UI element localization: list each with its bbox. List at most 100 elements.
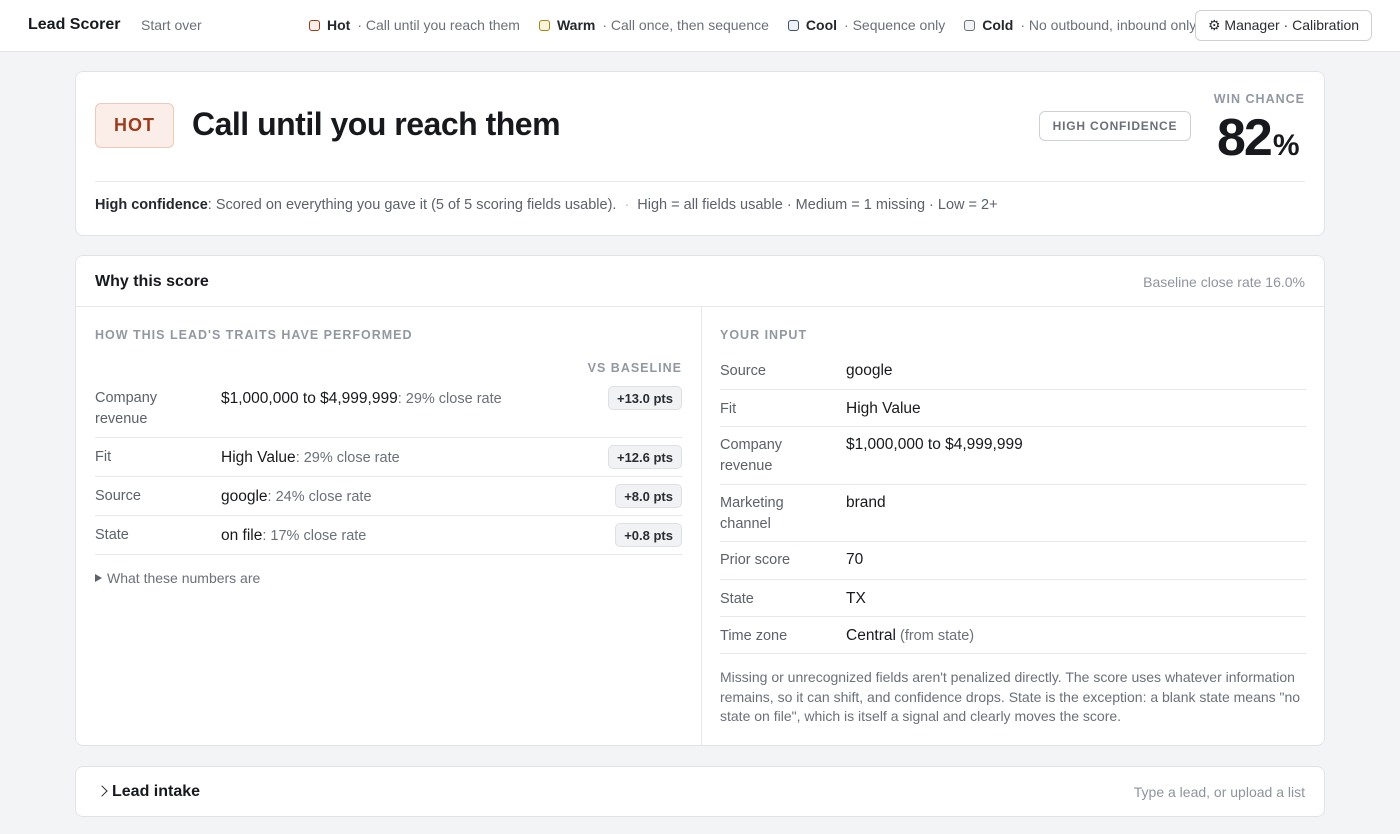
input-label: State: [720, 591, 754, 607]
details-toggle[interactable]: What these numbers are: [95, 570, 260, 586]
input-value-text: High Value: [846, 400, 921, 417]
input-value: Central (from state): [846, 625, 974, 647]
input-row: Fit High Value: [720, 390, 1306, 427]
input-row: Time zone Central (from state): [720, 617, 1306, 654]
legend-item-warm: Warm · Call once, then sequence: [538, 17, 769, 33]
legend-desc: · No outbound, inbound only: [1020, 17, 1197, 33]
lead-intake-title: Lead intake: [112, 783, 201, 800]
traits-section-label: HOW THIS LEAD'S TRAITS HAVE PERFORMED: [95, 328, 413, 342]
lead-intake-hint: Type a lead, or upload a list: [1133, 784, 1305, 800]
trait-value: google: 24% close rate: [221, 486, 372, 508]
cool-swatch-icon: [787, 19, 799, 31]
trait-row: Source google: 24% close rate +8.0 pts: [95, 477, 682, 516]
input-value-text: 70: [846, 551, 864, 568]
vs-baseline-header: VS BASELINE: [587, 361, 682, 375]
hot-swatch-icon: [309, 19, 320, 31]
traits-list: Company revenue $1,000,000 to $4,999,999…: [95, 378, 682, 555]
details-toggle-label: What these numbers are: [107, 570, 261, 586]
disclosure-triangle-icon: [95, 574, 102, 582]
input-value-text: Central: [846, 627, 896, 644]
input-section-label: YOUR INPUT: [720, 328, 808, 342]
input-label: Fit: [720, 401, 737, 417]
input-value-text: brand: [846, 494, 886, 511]
input-row: Prior score 70: [720, 542, 1306, 580]
trait-label: State: [95, 527, 129, 543]
win-chance-number: 82: [1217, 109, 1273, 167]
score-summary-card: HOT Call until you reach them HIGH CONFI…: [75, 71, 1325, 236]
confidence-level: High confidence: [95, 197, 208, 213]
trait-close-rate: : 29% close rate: [295, 450, 400, 466]
input-value: High Value: [846, 398, 921, 419]
input-value: 70: [846, 549, 863, 570]
input-value: $1,000,000 to $4,999,999: [846, 434, 1023, 455]
divider: [95, 181, 1305, 182]
trait-value-text: google: [221, 488, 268, 505]
win-chance-value: 82%: [1217, 108, 1300, 168]
tier-badge: HOT: [95, 103, 174, 148]
trait-value-text: on file: [221, 527, 263, 544]
points-badge: +12.6 pts: [607, 445, 682, 469]
legend-desc: · Sequence only: [844, 17, 946, 33]
top-bar: Lead Scorer Start over Hot · Call until …: [0, 0, 1400, 52]
separator: ·: [624, 197, 630, 213]
legend-item-cool: Cool · Sequence only: [787, 17, 946, 33]
confidence-text: : Scored on everything you gave it (5 of…: [207, 197, 617, 213]
confidence-badge: HIGH CONFIDENCE: [1039, 111, 1191, 141]
tier-legend: Hot · Call until you reach them Warm · C…: [309, 17, 1215, 33]
win-chance-unit: %: [1272, 129, 1300, 162]
why-this-score-card: Why this score Baseline close rate 16.0%…: [75, 255, 1325, 746]
input-value-note: (from state): [895, 628, 975, 644]
column-divider: [701, 307, 702, 745]
trait-label: Company revenue: [95, 390, 158, 427]
trait-label: Fit: [95, 449, 112, 465]
input-label: Source: [720, 363, 766, 379]
legend-name: Cool: [805, 17, 838, 33]
card-header: Why this score Baseline close rate 16.0%: [76, 256, 1324, 307]
input-row: Source google: [720, 352, 1306, 390]
input-label: Marketing channel: [720, 495, 784, 532]
input-label: Company revenue: [720, 437, 783, 474]
trait-value-text: $1,000,000 to $4,999,999: [221, 390, 398, 407]
legend-desc: · Call until you reach them: [357, 17, 520, 33]
start-over-link[interactable]: Start over: [141, 17, 202, 33]
missing-fields-note: Missing or unrecognized fields aren't pe…: [720, 669, 1301, 724]
trait-row: Fit High Value: 29% close rate +12.6 pts: [95, 438, 682, 477]
input-value-text: google: [846, 362, 893, 379]
input-row: Marketing channel brand: [720, 485, 1306, 542]
input-label: Time zone: [720, 628, 788, 644]
baseline-close-rate: Baseline close rate 16.0%: [1143, 274, 1305, 290]
input-row: Company revenue $1,000,000 to $4,999,999: [720, 427, 1306, 485]
chevron-right-icon: [96, 785, 108, 797]
manager-calibration-button[interactable]: ⚙ Manager · Calibration: [1195, 10, 1372, 41]
warm-swatch-icon: [538, 19, 550, 31]
trait-row: Company revenue $1,000,000 to $4,999,999…: [95, 378, 682, 438]
win-chance-label: WIN CHANCE: [1213, 92, 1305, 106]
input-value: google: [846, 360, 893, 381]
trait-value: High Value: 29% close rate: [221, 447, 400, 469]
cold-swatch-icon: [964, 19, 976, 31]
trait-label: Source: [95, 488, 141, 504]
input-value: TX: [846, 588, 866, 609]
recommendation-title: Call until you reach them: [192, 106, 561, 142]
input-row: State TX: [720, 580, 1306, 617]
trait-value: on file: 17% close rate: [221, 525, 366, 547]
section-title: Why this score: [95, 273, 209, 290]
trait-value: $1,000,000 to $4,999,999: 29% close rate: [221, 388, 502, 410]
legend-item-hot: Hot · Call until you reach them: [309, 17, 520, 33]
points-badge: +8.0 pts: [615, 484, 682, 508]
input-value-text: $1,000,000 to $4,999,999: [846, 436, 1023, 453]
input-value-text: TX: [846, 590, 866, 607]
legend-item-cold: Cold · No outbound, inbound only: [964, 17, 1196, 33]
input-value: brand: [846, 492, 886, 513]
input-label: Prior score: [720, 552, 791, 568]
points-badge: +0.8 pts: [615, 523, 682, 547]
legend-name: Warm: [556, 17, 596, 33]
legend-name: Hot: [327, 17, 351, 33]
trait-close-rate: : 17% close rate: [262, 528, 367, 544]
trait-value-text: High Value: [221, 449, 296, 466]
lead-intake-panel[interactable]: Lead intake Type a lead, or upload a lis…: [75, 766, 1325, 817]
legend-desc: · Call once, then sequence: [602, 17, 769, 33]
legend-name: Cold: [982, 17, 1014, 33]
input-list: Source google Fit High Value Company rev…: [720, 352, 1306, 654]
points-badge: +13.0 pts: [607, 386, 682, 410]
